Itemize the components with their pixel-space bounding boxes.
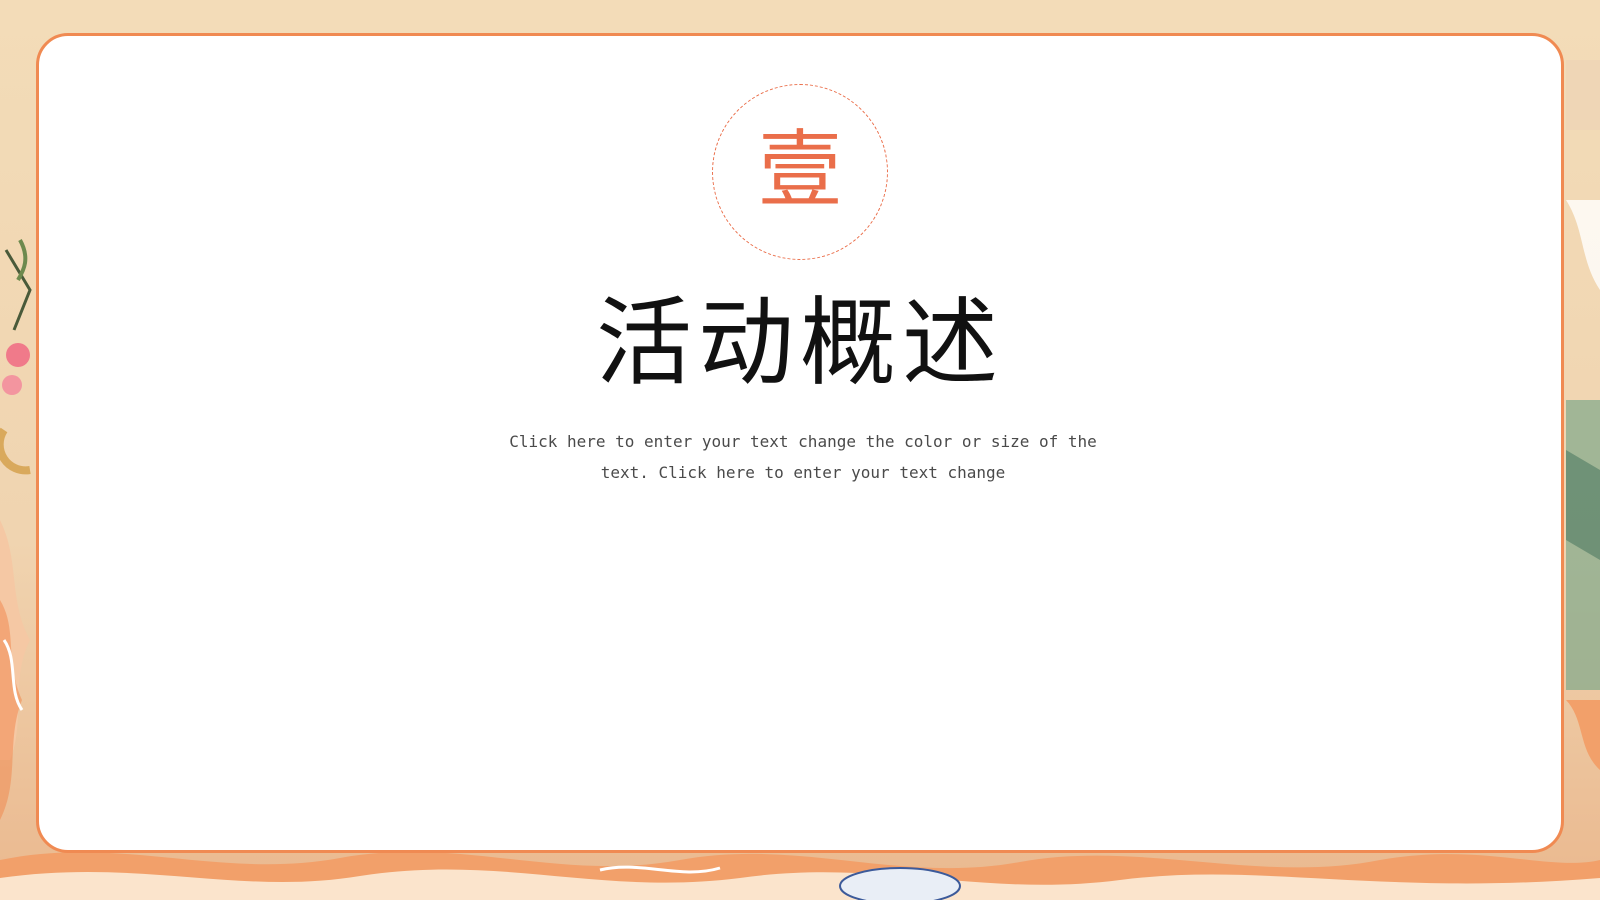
body-text[interactable]: Click here to enter your text change the…	[503, 426, 1103, 488]
content-card: 壹 活动概述 Click here to enter your text cha…	[36, 33, 1564, 853]
seal-character: 壹	[757, 121, 842, 219]
seal-circle: 壹	[712, 84, 888, 260]
page-title[interactable]: 活动概述	[39, 290, 1561, 397]
